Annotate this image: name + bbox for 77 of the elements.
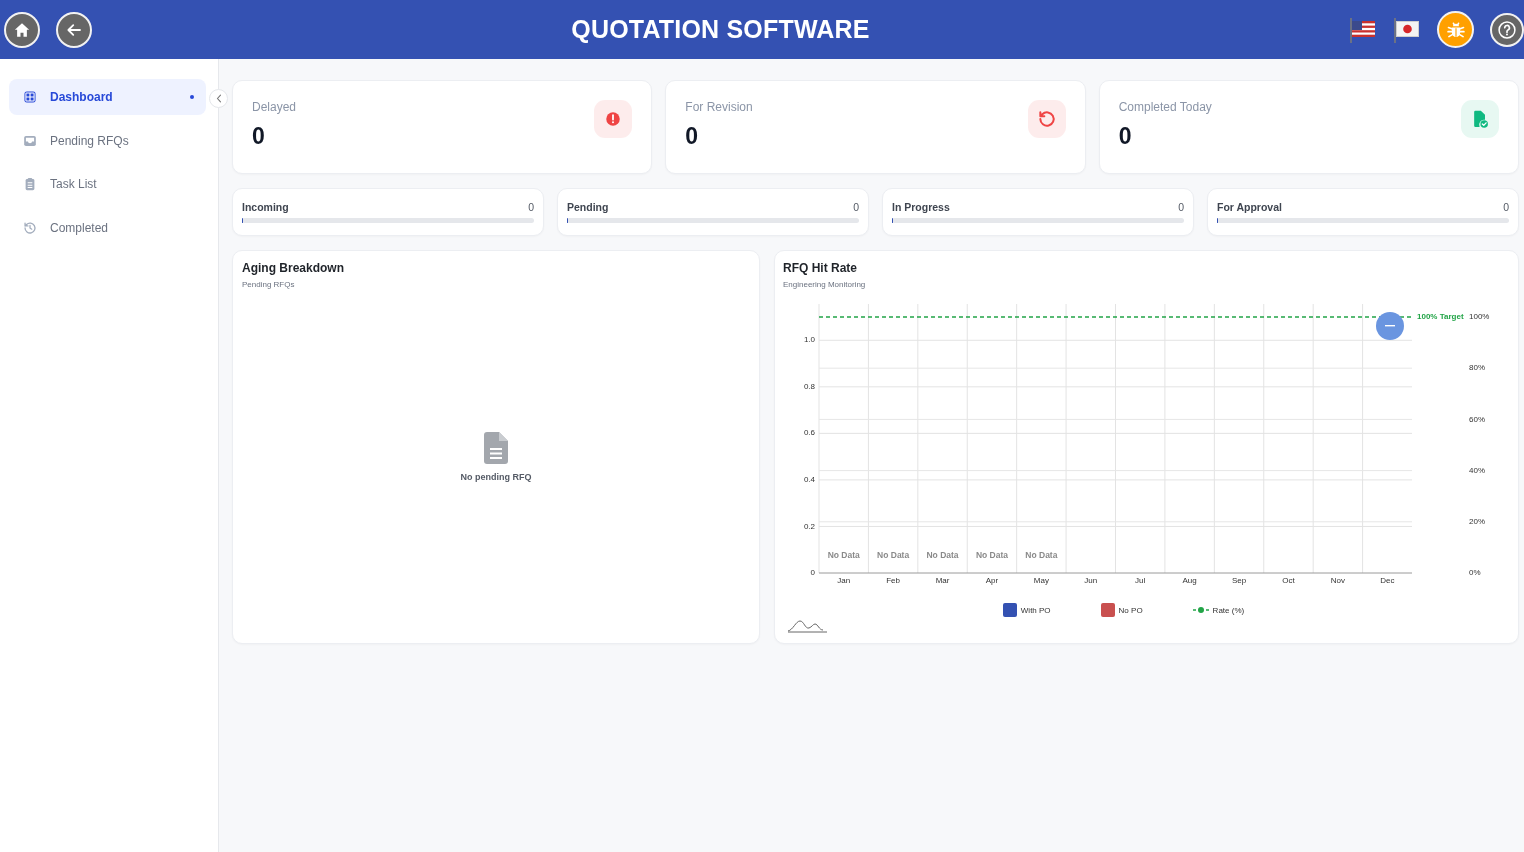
percent-axis-label: 0% <box>1469 568 1481 578</box>
percent-axis-label: 20% <box>1469 516 1485 526</box>
panel-title: RFQ Hit Rate <box>783 260 857 276</box>
status-count: 0 <box>853 200 859 213</box>
no-data-label: No Data <box>827 550 860 561</box>
document-icon <box>484 431 508 464</box>
app-title: QUOTATION SOFTWARE <box>570 15 871 44</box>
minimize-button[interactable] <box>1376 312 1404 340</box>
y-axis-label: 1.0 <box>803 335 815 345</box>
panel-subtitle: Pending RFQs <box>242 279 295 290</box>
status-label: Incoming <box>242 200 289 213</box>
stat-value: 0 <box>252 123 266 149</box>
x-axis-label: Jun <box>1084 576 1098 586</box>
y-axis-label: 0.4 <box>803 475 815 484</box>
status-label: Pending <box>567 200 609 213</box>
y-axis-label: 0.2 <box>803 521 815 531</box>
wave-icon <box>787 619 827 633</box>
x-axis-label: Sep <box>1231 576 1247 586</box>
clipboard-icon <box>23 177 37 191</box>
y-axis-label: 0.8 <box>803 381 815 391</box>
y-axis-label: 0 <box>810 568 815 578</box>
no-data-label: No Data <box>877 550 910 561</box>
no-data-label: No Data <box>1025 550 1058 561</box>
legend-label[interactable]: Rate (%) <box>1212 605 1245 615</box>
x-axis-label: Jan <box>837 576 851 586</box>
language-button[interactable] <box>1349 15 1377 44</box>
history-icon <box>23 220 37 235</box>
x-axis-label: Feb <box>886 576 900 586</box>
minus-icon <box>1385 325 1395 327</box>
status-count: 0 <box>1178 200 1184 213</box>
active-dot-icon <box>190 95 194 99</box>
stat-label: Completed Today <box>1118 100 1212 114</box>
question-mark-icon <box>1497 19 1517 40</box>
sidebar-item[interactable]: Task List <box>9 166 206 202</box>
status-count: 0 <box>1503 200 1509 213</box>
stat-label: For Revision <box>685 100 753 114</box>
stat-value: 0 <box>1118 123 1133 149</box>
status-label: In Progress <box>892 200 950 213</box>
bug-report-button[interactable] <box>1437 11 1474 48</box>
percent-axis-label: 100% <box>1469 312 1490 322</box>
bug-icon <box>1445 19 1466 40</box>
x-axis-label: Aug <box>1182 576 1197 586</box>
legend-label[interactable]: No PO <box>1118 605 1143 615</box>
sidebar-item[interactable]: Completed <box>9 209 206 246</box>
x-axis-label: Dec <box>1380 576 1395 586</box>
status-label: For Approval <box>1217 200 1282 213</box>
x-axis-label: May <box>1033 576 1049 586</box>
legend-label[interactable]: With PO <box>1020 605 1051 615</box>
empty-message: No pending RFQ <box>460 471 532 482</box>
y-axis-label: 0.6 <box>803 428 815 438</box>
us-flag-icon <box>1349 15 1377 44</box>
stat-label: Delayed <box>252 100 297 114</box>
japan-flag-icon <box>1393 15 1421 44</box>
x-axis-label: Jul <box>1135 576 1146 586</box>
x-axis-label: Apr <box>985 576 999 586</box>
back-button[interactable] <box>56 11 92 48</box>
panel-title: Aging Breakdown <box>242 260 344 276</box>
sidebar-item[interactable]: Dashboard <box>9 79 206 115</box>
sidebar-item[interactable]: Pending RFQs <box>9 122 206 159</box>
home-button[interactable] <box>4 11 40 48</box>
stat-value: 0 <box>685 123 700 149</box>
percent-axis-label: 60% <box>1469 414 1485 424</box>
panel-subtitle: Engineering Monitoring <box>783 279 866 290</box>
x-axis-label: Oct <box>1282 576 1295 586</box>
grid-icon <box>23 90 37 104</box>
x-axis-label: Nov <box>1330 576 1345 586</box>
target-label: 100% Target <box>1417 312 1464 322</box>
no-data-label: No Data <box>926 550 959 561</box>
status-count: 0 <box>528 200 534 213</box>
help-button[interactable] <box>1490 12 1524 47</box>
percent-axis-label: 80% <box>1469 363 1485 373</box>
tray-icon <box>23 133 37 148</box>
no-data-label: No Data <box>975 550 1008 561</box>
chevron-left-icon <box>215 94 222 103</box>
percent-axis-label: 40% <box>1469 465 1485 475</box>
x-axis-label: Mar <box>935 576 950 586</box>
language-button[interactable] <box>1393 15 1421 44</box>
